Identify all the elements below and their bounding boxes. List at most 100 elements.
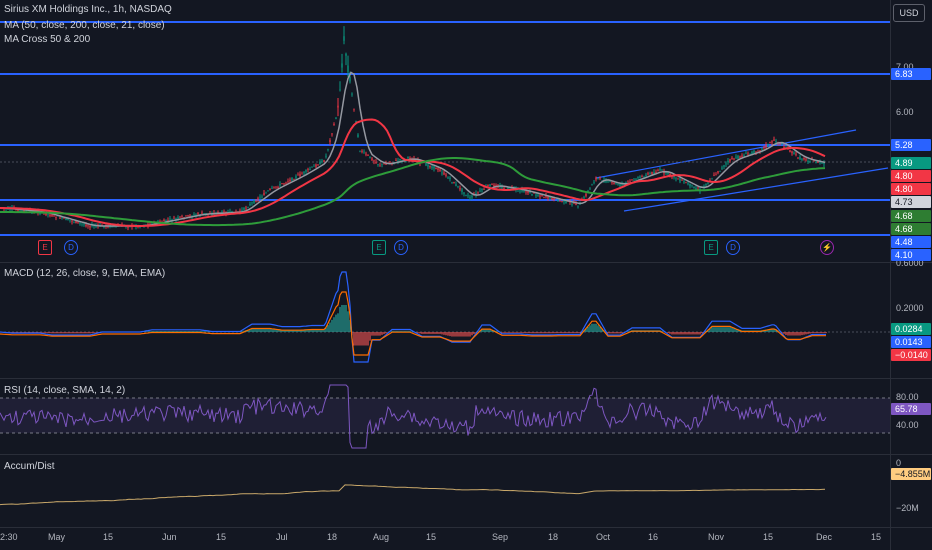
price-label: 4.89 [891,157,931,169]
macd-histogram-bar [153,331,155,332]
rsi-value-label: 65.78 [891,403,931,415]
candle-body [807,161,809,162]
macd-histogram-bar [51,332,53,334]
macd-histogram-bar [729,327,731,332]
macd-histogram-bar [543,332,545,334]
candle-body [715,174,717,176]
candle-body [737,155,739,159]
candle-body [269,188,271,190]
time-axis-label: 15 [763,532,774,542]
candle-body [375,161,377,164]
macd-tick: 0.2000 [896,303,924,313]
accum-dist-legend[interactable]: Accum/Dist [4,461,55,472]
candle-body [541,194,543,197]
candle-body [373,160,375,162]
macd-histogram-bar [503,332,505,333]
candle-body [519,190,521,192]
symbol-title[interactable]: Sirius XM Holdings Inc., 1h, NASDAQ [4,4,172,15]
macd-histogram-bar [525,332,527,334]
macd-histogram-bar [791,332,793,336]
candle-body [193,214,195,216]
macd-histogram-bar [577,332,579,334]
event-marker[interactable]: ⚡ [820,240,834,255]
candle-body [395,160,397,161]
price-tick: 6.00 [896,107,914,117]
earnings-marker[interactable]: E [704,240,718,255]
candle-body [177,217,179,219]
macd-histogram-bar [545,332,547,334]
candle-body [407,157,409,159]
candle-body [443,172,445,175]
macd-histogram-bar [621,332,623,333]
ma-legend[interactable]: MA (50, close, 200, close, 21, close) [4,20,165,31]
time-axis-label: 18 [327,532,338,542]
candle-body [169,218,171,220]
time-axis-label: Sep [492,532,509,542]
macd-histogram-bar [159,331,161,332]
macd-histogram-bar [467,332,469,337]
macd-histogram-bar [553,332,555,334]
macd-histogram-bar [337,313,339,332]
macd-histogram-bar [373,332,375,336]
macd-histogram-bar [505,332,507,333]
macd-histogram-bar [241,331,243,332]
macd-histogram-bar [701,332,703,334]
candle-body [523,191,525,193]
candle-body [349,77,351,82]
macd-histogram-bar [725,327,727,332]
candle-body [661,169,663,171]
macd-histogram-bar [363,332,365,346]
macd-legend[interactable]: MACD (12, 26, close, 9, EMA, EMA) [4,268,165,279]
candle-body [585,193,587,197]
macd-histogram-bar [433,332,435,334]
macd-histogram-bar [715,327,717,332]
macd-histogram-bar [511,332,513,333]
earnings-marker[interactable]: E [372,240,386,255]
candle-body [611,181,613,183]
candle-body [749,153,751,155]
candle-body [767,143,769,146]
dividend-marker[interactable]: D [64,240,78,255]
candle-body [797,157,799,159]
macd-histogram-bar [421,332,423,334]
candle-body [789,150,791,153]
candle-body [187,215,189,217]
dividend-marker[interactable]: D [726,240,740,255]
macd-histogram-bar [165,331,167,332]
macd-histogram-bar [673,332,675,335]
macd-histogram-bar [345,305,347,332]
candle-body [323,160,325,162]
candle-body [283,183,285,185]
candle-body [435,167,437,170]
macd-histogram-bar [539,332,541,334]
macd-histogram-bar [465,332,467,337]
macd-histogram-bar [591,323,593,332]
candle-body [455,184,457,186]
macd-histogram-bar [555,332,557,334]
candle-body [489,184,491,187]
rsi-legend[interactable]: RSI (14, close, SMA, 14, 2) [4,385,125,396]
macd-histogram-bar [575,332,577,334]
macd-histogram-bar [453,332,455,337]
ma-cross-legend[interactable]: MA Cross 50 & 200 [4,34,90,45]
candle-body [779,143,781,145]
candle-body [85,224,87,227]
earnings-marker[interactable]: E [38,240,52,255]
candle-body [613,182,615,184]
candle-body [311,166,313,168]
macd-histogram-bar [443,332,445,335]
candle-body [49,214,51,216]
macd-histogram-bar [83,332,85,334]
macd-histogram-bar [347,311,349,332]
candle-body [79,222,81,224]
candle-body [307,169,309,170]
macd-histogram-bar [557,332,559,334]
candle-body [251,202,253,204]
candle-body [677,178,679,180]
macd-histogram-bar [147,331,149,332]
macd-histogram-bar [151,331,153,332]
candle-body [381,163,383,165]
dividend-marker[interactable]: D [394,240,408,255]
macd-histogram-bar [675,332,677,335]
time-axis-label: 15 [103,532,114,542]
